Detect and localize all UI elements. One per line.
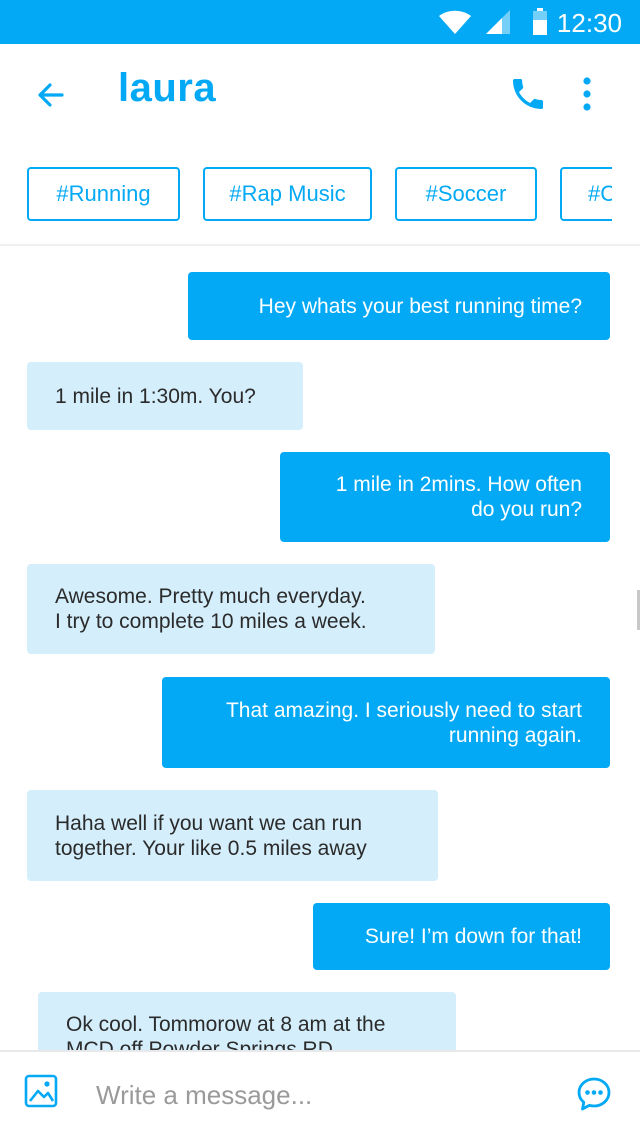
cell-signal-icon (486, 10, 510, 34)
message-input[interactable] (96, 1070, 556, 1120)
status-time: 12:30 (556, 8, 622, 38)
app-bar: laura (0, 44, 640, 144)
tags-scroller[interactable]: #Running #Rap Music #Soccer #C (0, 144, 612, 244)
wifi-icon (439, 10, 471, 34)
tags-bar: #Running #Rap Music #Soccer #C (0, 144, 640, 246)
phone-icon[interactable] (508, 74, 548, 114)
tag-chip[interactable]: #C (560, 167, 612, 221)
more-vert-icon[interactable] (572, 74, 602, 114)
message-outgoing[interactable]: Sure! I’m down for that! (313, 903, 610, 970)
message-text: 1 mile in 2mins. How often do you run? (335, 473, 582, 521)
tag-chip[interactable]: #Soccer (395, 167, 537, 221)
message-text: That amazing. I seriously need to start … (225, 698, 582, 747)
message-list[interactable]: Hey whats your best running time? 1 mile… (0, 246, 640, 1050)
message-text: Sure! I’m down for that! (364, 925, 582, 948)
message-outgoing[interactable]: 1 mile in 2mins. How often do you run? (280, 452, 610, 542)
tag-chip[interactable]: #Running (27, 167, 180, 221)
status-bar: 12:30 (0, 0, 640, 44)
message-text: Hey whats your best running time? (258, 294, 582, 318)
chat-title: laura (118, 66, 217, 110)
message-outgoing[interactable]: That amazing. I seriously need to start … (162, 677, 610, 768)
message-incoming[interactable]: Ok cool. Tommorow at 8 am at the MCD off… (38, 992, 456, 1050)
message-incoming[interactable]: Awesome. Pretty much everyday. I try to … (27, 564, 435, 654)
message-composer (0, 1050, 640, 1136)
image-icon[interactable] (24, 1074, 58, 1108)
message-incoming[interactable]: Haha well if you want we can run togethe… (27, 790, 438, 881)
message-text: 1 mile in 1:30m. You? (55, 384, 256, 408)
message-text: Ok cool. Tommorow at 8 am at the MCD off… (66, 1013, 386, 1050)
message-text: Haha well if you want we can run togethe… (55, 811, 367, 860)
battery-icon (533, 8, 547, 35)
back-arrow-icon[interactable] (30, 74, 72, 116)
message-text: Awesome. Pretty much everyday. I try to … (55, 585, 367, 633)
message-outgoing[interactable]: Hey whats your best running time? (188, 272, 610, 340)
send-chat-icon[interactable] (576, 1076, 612, 1112)
message-incoming[interactable]: 1 mile in 1:30m. You? (27, 362, 303, 430)
tag-chip[interactable]: #Rap Music (203, 167, 372, 221)
